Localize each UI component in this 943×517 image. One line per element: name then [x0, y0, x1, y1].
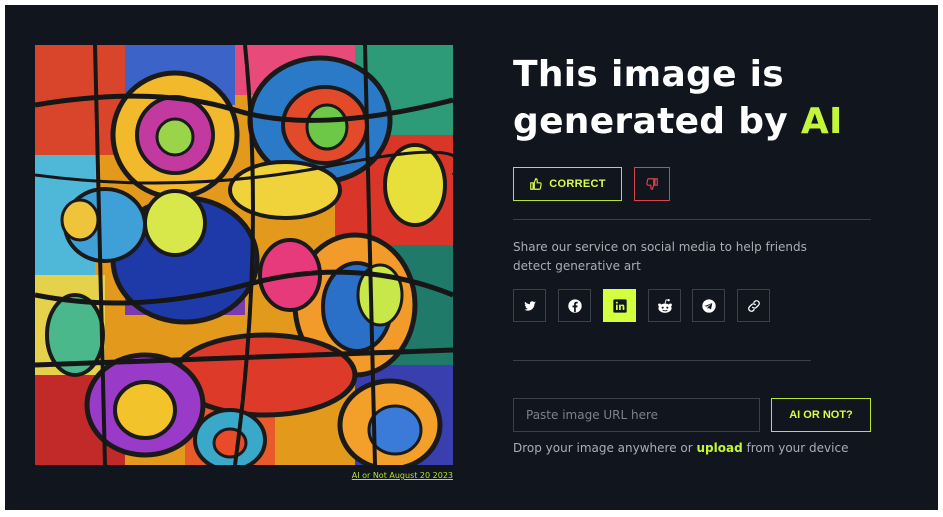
upload-link[interactable]: upload [697, 441, 743, 455]
linkedin-share-button[interactable] [603, 289, 636, 322]
result-title: This image is generated by AI [513, 51, 893, 145]
ai-or-not-button[interactable]: AI OR NOT? [771, 398, 871, 432]
drop-hint-suffix: from your device [742, 441, 849, 455]
reddit-icon [657, 298, 672, 313]
result-title-prefix: This image is generated by [513, 54, 801, 142]
abstract-painting [35, 45, 453, 465]
thumbs-down-icon [646, 178, 658, 190]
correct-button[interactable]: CORRECT [513, 167, 622, 201]
thumbs-up-icon [530, 178, 542, 190]
divider [513, 360, 811, 361]
image-caption-link[interactable]: AI or Not August 20 2023 [345, 471, 453, 480]
incorrect-button[interactable] [634, 167, 670, 201]
twitter-icon [523, 300, 536, 311]
reddit-share-button[interactable] [648, 289, 681, 322]
twitter-share-button[interactable] [513, 289, 546, 322]
drop-hint: Drop your image anywhere or upload from … [513, 441, 873, 455]
analyzed-image [35, 45, 453, 465]
page-frame: AI or Not August 20 2023 This image is g… [5, 5, 938, 510]
correct-button-label: CORRECT [549, 178, 606, 190]
linkedin-icon [612, 298, 627, 313]
share-description: Share our service on social media to hel… [513, 240, 807, 273]
facebook-icon [567, 298, 582, 313]
telegram-icon [701, 298, 716, 313]
facebook-share-button[interactable] [558, 289, 591, 322]
copy-link-button[interactable] [737, 289, 770, 322]
drop-hint-prefix: Drop your image anywhere or [513, 441, 697, 455]
telegram-share-button[interactable] [692, 289, 725, 322]
divider [513, 219, 871, 220]
image-url-input[interactable] [513, 398, 760, 432]
result-title-highlight: AI [800, 101, 843, 142]
link-icon [747, 299, 760, 312]
